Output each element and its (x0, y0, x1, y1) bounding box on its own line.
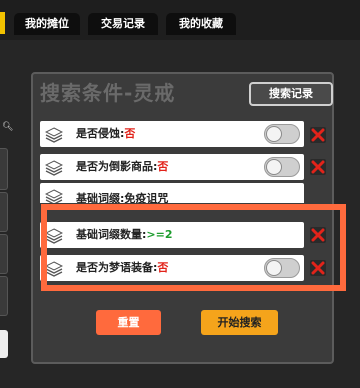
left-side-strip: 🔍︎ (0, 72, 14, 382)
reset-button[interactable]: 重置 (96, 310, 161, 335)
condition-label: 是否侵蚀:否 (76, 127, 136, 140)
delete-condition-button[interactable] (310, 127, 326, 143)
close-icon (311, 160, 325, 174)
top-tab-bar: 我的摊位 交易记录 我的收藏 (0, 0, 360, 40)
side-category-button[interactable] (0, 148, 8, 190)
toggle-knob (266, 126, 282, 142)
search-icon[interactable]: 🔍︎ (2, 122, 13, 132)
close-icon (311, 128, 325, 142)
tab-my-favorites[interactable]: 我的收藏 (166, 13, 236, 35)
search-history-button[interactable]: 搜索记录 (249, 82, 333, 106)
condition-toggle[interactable] (264, 157, 300, 177)
side-category-button[interactable] (0, 192, 8, 232)
stack-icon (45, 160, 63, 176)
side-category-button[interactable] (0, 234, 8, 274)
condition-row-erosion: 是否侵蚀:否 (40, 121, 304, 147)
highlight-frame (41, 204, 346, 291)
condition-label: 是否为倒影商品:否 (76, 160, 169, 173)
tab-trade-records[interactable]: 交易记录 (88, 13, 158, 35)
side-selected-item[interactable] (0, 330, 8, 358)
condition-toggle[interactable] (264, 124, 300, 144)
stack-icon (45, 189, 63, 203)
condition-row-immune-curse: 基础词缀:免疫诅咒 (40, 183, 304, 203)
tab-my-stall[interactable]: 我的摊位 (14, 13, 80, 35)
condition-label: 基础词缀:免疫诅咒 (76, 192, 169, 203)
side-category-button[interactable] (0, 276, 8, 316)
condition-row-reflection: 是否为倒影商品:否 (40, 154, 304, 180)
toggle-knob (266, 159, 282, 175)
stack-icon (45, 127, 63, 143)
start-search-button[interactable]: 开始搜索 (201, 310, 278, 335)
delete-condition-button[interactable] (310, 159, 326, 175)
active-tab-indicator (0, 12, 5, 34)
condition-row-immune-curse-clip: 基础词缀:免疫诅咒 (40, 183, 304, 203)
panel-title: 搜索条件-灵戒 (40, 81, 176, 105)
